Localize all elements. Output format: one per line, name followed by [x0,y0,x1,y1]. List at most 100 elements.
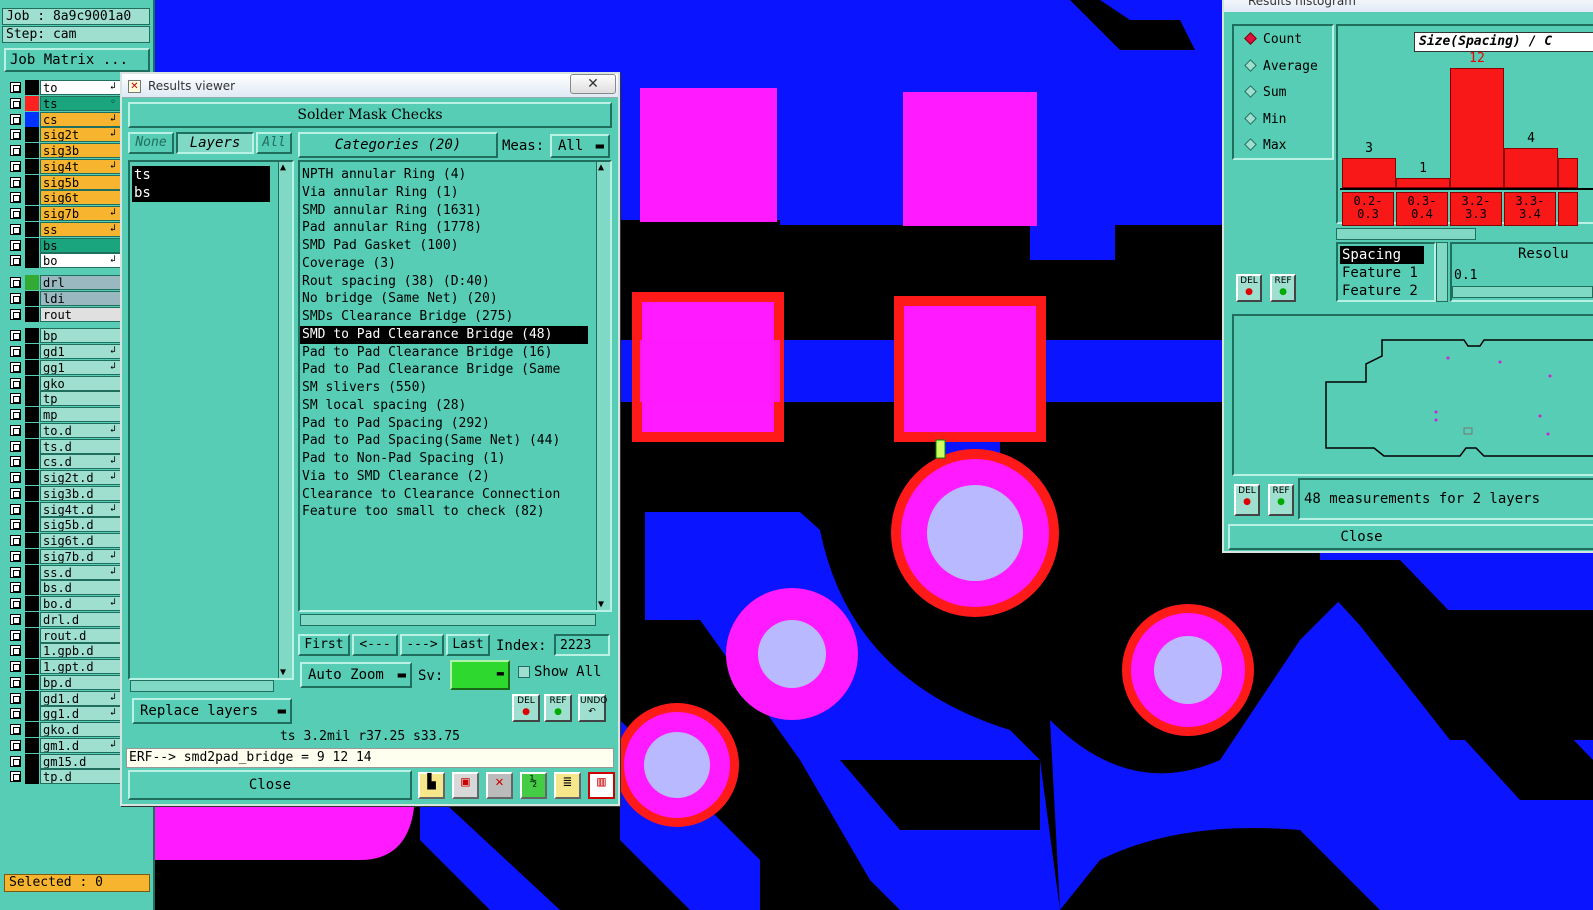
layer-color-swatch[interactable] [25,359,39,375]
layer-row[interactable]: sig6t.d [6,533,124,548]
layer-row[interactable]: drl [6,275,124,290]
layer-checkbox[interactable] [10,223,21,235]
layer-checkbox[interactable] [10,550,21,562]
layer-checkbox[interactable] [10,771,21,783]
layer-list-item[interactable]: ts [132,166,270,184]
layer-checkbox[interactable] [10,129,21,141]
layer-row[interactable]: 1.gpb.d [6,643,124,659]
layer-checkbox[interactable] [10,424,21,436]
layer-color-swatch[interactable] [25,253,39,269]
layer-color-swatch[interactable] [25,485,39,501]
layer-color-swatch[interactable] [25,769,39,785]
category-item[interactable]: SMDs Clearance Bridge (275) [300,308,513,326]
layer-color-swatch[interactable] [25,306,39,322]
layer-color-swatch[interactable] [25,237,39,253]
del-button[interactable]: DEL ● [512,694,540,722]
layer-row[interactable]: 1.gpt.d [6,659,124,674]
histogram-bar[interactable] [1342,158,1396,188]
category-item[interactable]: Coverage (3) [300,255,396,273]
layer-row[interactable]: rout.d [6,627,124,643]
layer-checkbox[interactable] [10,535,21,546]
layer-row[interactable]: sig2t.d ↲ [6,470,124,485]
layer-checkbox[interactable] [10,708,21,720]
layer-row[interactable]: tp.d [6,769,124,785]
layer-checkbox[interactable] [10,613,21,625]
layer-row[interactable]: gko.d [6,722,124,737]
category-item[interactable]: SM slivers (550) [300,379,427,397]
layer-color-swatch[interactable] [25,470,39,485]
category-item[interactable]: Pad to Pad Clearance Bridge (16) [300,344,552,362]
job-matrix-button[interactable]: Job Matrix ... [4,48,150,72]
layer-checkbox[interactable] [10,176,21,188]
attribute-scrollbar[interactable] [1436,242,1448,302]
sort-icon[interactable]: ½ [520,772,547,799]
layer-row[interactable]: gg1.d ↲ [6,706,124,722]
layer-row[interactable]: sig7b.d ↲ [6,548,124,564]
category-item[interactable]: SMD to Pad Clearance Bridge (48) [300,325,588,344]
layer-color-swatch[interactable] [25,174,39,190]
category-item[interactable]: SM local spacing (28) [300,397,466,415]
layer-checkbox[interactable] [10,440,21,452]
layers-tab[interactable]: Layers [176,132,254,154]
option-average-radio[interactable]: Average [1244,57,1318,77]
layer-checkbox[interactable] [10,409,21,420]
layer-row[interactable]: sig7b ↲ [6,206,124,221]
category-item[interactable]: Feature too small to check (82) [300,503,545,521]
layer-row[interactable]: to.d ↲ [6,422,124,438]
layer-checkbox[interactable] [10,292,21,304]
results-viewer-titlebar[interactable]: ✕ Results viewer [122,74,618,98]
category-item[interactable]: SMD Pad Gasket (100) [300,237,459,255]
layer-row[interactable]: gm15.d [6,753,124,769]
layer-checkbox[interactable] [10,255,21,267]
prev-button[interactable]: <--- [352,634,398,656]
layer-row[interactable]: gd1 ↲ [6,344,124,359]
layer-checkbox[interactable] [10,145,21,156]
layer-color-swatch[interactable] [25,111,39,127]
layer-color-swatch[interactable] [25,221,39,237]
layer-checkbox[interactable] [10,487,21,499]
layers-scrollbar[interactable]: ▲ ▼ [278,162,292,678]
categories-list[interactable]: NPTH annular Ring (4) Via annular Ring (1… [298,160,612,612]
layer-checkbox[interactable] [10,582,21,594]
layer-checkbox[interactable] [10,308,21,320]
layer-color-swatch[interactable] [25,407,39,422]
layer-color-swatch[interactable] [25,275,39,290]
layer-row[interactable]: drl.d [6,611,124,627]
layer-color-swatch[interactable] [25,659,39,674]
layer-checkbox[interactable] [10,645,21,657]
layer-color-swatch[interactable] [25,80,39,95]
histogram-bar[interactable] [1450,68,1504,188]
layer-color-swatch[interactable] [25,190,39,206]
layer-row[interactable]: gm1.d ↲ [6,737,124,753]
attribute-item[interactable]: Feature 2 [1340,282,1424,300]
category-item[interactable]: Pad to Non-Pad Spacing (1) [300,450,506,468]
layer-row[interactable]: tp [6,391,124,407]
option-count-radio[interactable]: Count [1244,30,1302,50]
layer-color-swatch[interactable] [25,95,39,111]
layer-checkbox[interactable] [10,361,21,373]
layer-row[interactable]: bp [6,328,124,344]
layer-checkbox[interactable] [10,739,21,751]
layer-color-swatch[interactable] [25,627,39,643]
histogram-close-button[interactable]: Close [1228,524,1593,550]
layer-row[interactable]: gko [6,375,124,391]
histogram-titlebar[interactable]: Results histogram [1224,0,1593,12]
hist-ref-button[interactable]: REF ● [1270,274,1296,302]
mark-icon[interactable]: ✕ [486,772,513,799]
layer-color-swatch[interactable] [25,596,39,611]
layer-checkbox[interactable] [10,629,21,641]
layer-color-swatch[interactable] [25,454,39,470]
layer-checkbox[interactable] [10,346,21,357]
close-button[interactable]: Close [128,770,412,800]
notes-icon[interactable]: ≣ [554,772,581,799]
index-input[interactable] [554,634,610,656]
layer-checkbox[interactable] [10,724,21,735]
layer-row[interactable]: ss ↲ [6,221,124,237]
layer-row[interactable]: sig4t ↲ [6,158,124,174]
layer-checkbox[interactable] [10,676,21,688]
layer-color-swatch[interactable] [25,391,39,407]
category-item[interactable]: Clearance to Clearance Connection [300,486,560,504]
layer-color-swatch[interactable] [25,564,39,580]
layer-checkbox[interactable] [10,160,21,172]
layer-row[interactable]: sig5b.d [6,517,124,533]
